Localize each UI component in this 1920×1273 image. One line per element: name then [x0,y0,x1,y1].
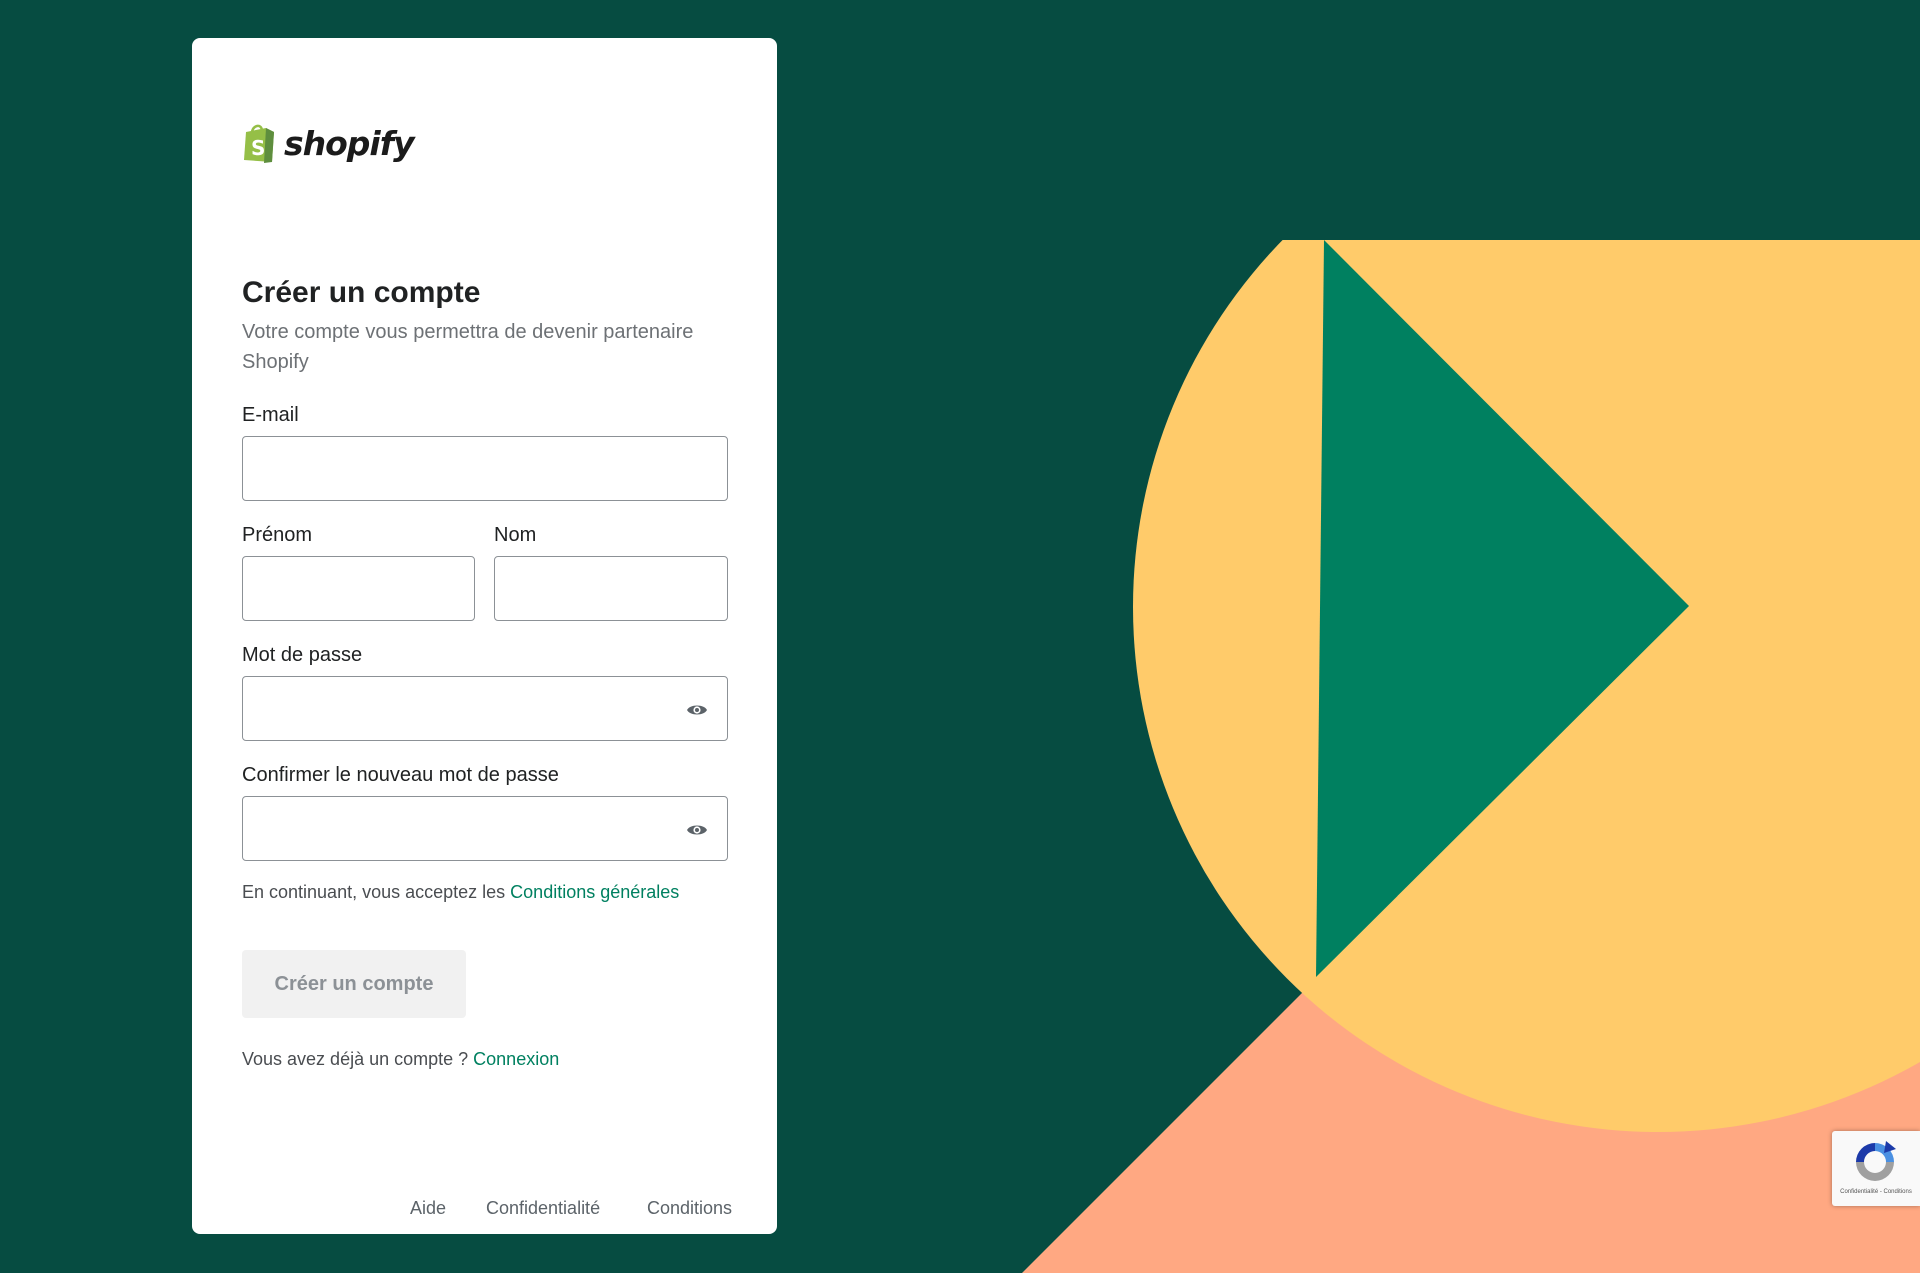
terms-text: En continuant, vous acceptez les [242,882,511,902]
password-field-box [242,676,728,741]
password-label: Mot de passe [242,644,363,666]
footer-link-help[interactable]: Aide [410,1198,446,1219]
eye-icon[interactable] [685,818,709,842]
page-title: Créer un compte [242,276,481,309]
login-prompt-text: Vous avez déjà un compte ? [242,1049,474,1069]
recaptcha-text: Confidentialité - Conditions [1840,1189,1912,1195]
terms-link[interactable]: Conditions générales [510,882,679,902]
eye-icon[interactable] [685,698,709,722]
recaptcha-icon [1856,1141,1896,1181]
logo-wordmark: shopify [284,123,415,163]
password-field[interactable] [243,677,727,740]
last-name-field-box [494,556,728,621]
confirm-password-field-box [242,796,728,861]
email-label: E-mail [242,404,299,426]
confirm-password-field[interactable] [243,797,727,860]
confirm-password-label: Confirmer le nouveau mot de passe [242,764,559,786]
terms-notice: En continuant, vous acceptez les Conditi… [242,882,679,903]
last-name-label: Nom [494,524,537,546]
svg-text:S: S [251,136,265,160]
create-account-button[interactable]: Créer un compte [242,950,466,1018]
first-name-field-box [242,556,475,621]
first-name-label: Prénom [242,524,313,546]
first-name-field[interactable] [243,557,474,620]
signup-card: S shopify Créer un compte Votre compte v… [192,38,777,1234]
login-link[interactable]: Connexion [473,1049,559,1069]
last-name-field[interactable] [495,557,727,620]
recaptcha-badge[interactable]: Confidentialité - Conditions [1832,1131,1920,1206]
login-prompt: Vous avez déjà un compte ? Connexion [242,1049,559,1070]
shopify-logo[interactable]: S shopify [242,120,415,166]
email-field-box [242,436,728,501]
footer-link-privacy[interactable]: Confidentialité [486,1198,600,1219]
shopify-bag-icon: S [244,124,274,163]
top-mask [1100,0,1920,240]
page-subtitle: Votre compte vous permettra de devenir p… [242,321,694,373]
footer-link-terms[interactable]: Conditions [647,1198,732,1219]
email-field[interactable] [243,437,727,500]
